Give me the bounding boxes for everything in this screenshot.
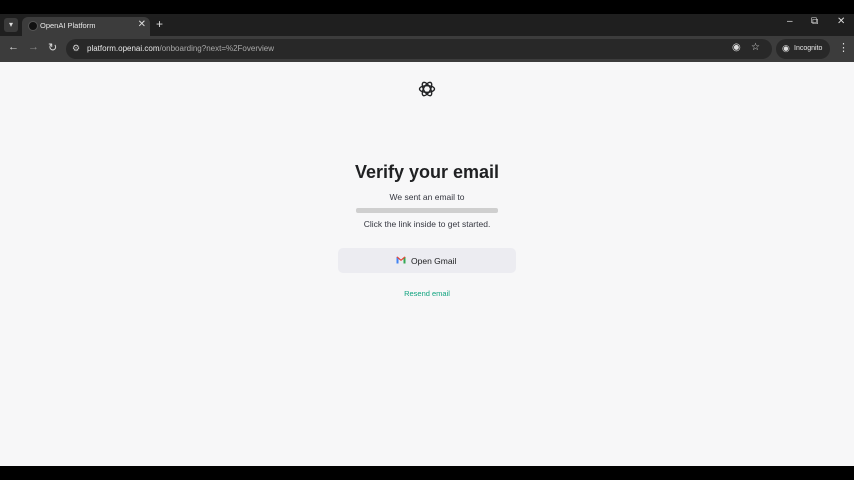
minimize-icon[interactable]: – (787, 16, 793, 27)
address-bar[interactable]: ⚙ platform.openai.com/onboarding?next=%2… (66, 39, 772, 59)
instructions-text: Click the link inside to get started. (363, 219, 491, 229)
menu-button[interactable]: ⋮ (838, 41, 849, 54)
tab-search-button[interactable]: ▾ (4, 18, 18, 32)
url-host: platform.openai.com (87, 44, 160, 53)
sent-text: We sent an email to (389, 192, 465, 202)
page-content: Verify your email We sent an email to Cl… (0, 62, 854, 466)
window-close-icon[interactable]: ✕ (837, 16, 845, 27)
incognito-icon: ◉ (782, 43, 790, 53)
open-gmail-button[interactable]: Open Gmail (338, 248, 516, 273)
tab-strip: ▾ OpenAI Platform ✕ + – ⧉ ✕ (0, 14, 854, 36)
openai-favicon-icon (28, 21, 38, 31)
toolbar: ← → ↻ ⚙ platform.openai.com/onboarding?n… (0, 36, 854, 62)
forward-button[interactable]: → (28, 41, 39, 53)
restore-icon[interactable]: ⧉ (811, 16, 818, 27)
close-icon[interactable]: ✕ (138, 19, 146, 30)
open-gmail-label: Open Gmail (411, 256, 457, 266)
star-icon[interactable]: ☆ (751, 42, 760, 53)
resend-email-link[interactable]: Resend email (0, 289, 854, 298)
url-path: /onboarding?next=%2Foverview (159, 44, 274, 53)
page-title: Verify your email (354, 162, 500, 182)
url-text[interactable]: platform.openai.com/onboarding?next=%2Fo… (87, 44, 274, 53)
new-tab-button[interactable]: + (156, 17, 163, 31)
screen: ▾ OpenAI Platform ✕ + – ⧉ ✕ ← → ↻ ⚙ plat… (0, 0, 854, 480)
eye-off-icon[interactable]: ◉ (732, 42, 741, 53)
site-info-icon[interactable]: ⚙ (72, 43, 80, 54)
browser-chrome: ▾ OpenAI Platform ✕ + – ⧉ ✕ ← → ↻ ⚙ plat… (0, 14, 854, 62)
incognito-indicator[interactable]: ◉ Incognito (776, 39, 830, 59)
redacted-email (356, 208, 498, 213)
gmail-icon (396, 256, 406, 264)
tab-openai-platform[interactable]: OpenAI Platform ✕ (22, 17, 150, 36)
back-button[interactable]: ← (8, 41, 19, 53)
tab-title: OpenAI Platform (40, 21, 96, 30)
incognito-label: Incognito (794, 45, 823, 52)
openai-logo-icon (418, 81, 436, 97)
reload-button[interactable]: ↻ (48, 41, 57, 54)
